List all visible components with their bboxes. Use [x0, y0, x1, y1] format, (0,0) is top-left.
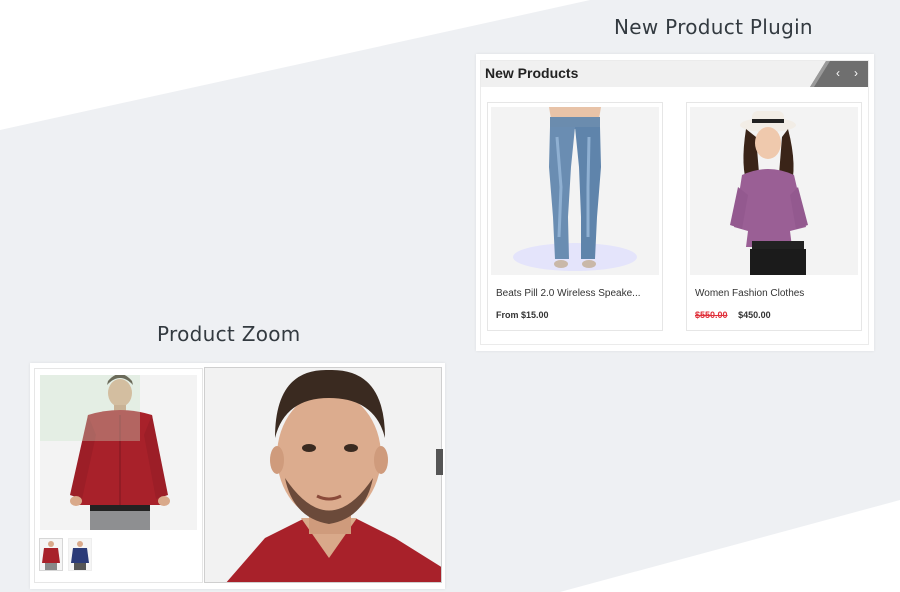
product-price-row: $550.00 $450.00 [695, 310, 771, 320]
price-prefix: From [496, 310, 519, 320]
chevron-right-icon[interactable]: › [848, 66, 864, 82]
thumbnail-red-shirt[interactable] [39, 538, 63, 571]
zoom-lens[interactable] [40, 375, 140, 441]
old-price: $550.00 [695, 310, 728, 320]
product-name[interactable]: Beats Pill 2.0 Wireless Speake... [496, 288, 641, 299]
new-products-heading: New Products [485, 65, 579, 81]
carousel-nav: ‹ › [810, 61, 868, 87]
product-zoom-title: Product Zoom [157, 322, 301, 346]
thumbnail-blue-shirt[interactable] [68, 538, 92, 571]
product-card[interactable]: Women Fashion Clothes $550.00 $450.00 [686, 102, 862, 331]
zoom-scroll-handle[interactable] [436, 449, 443, 475]
chevron-left-icon[interactable]: ‹ [830, 66, 846, 82]
new-products-panel: New Products ‹ › Beats Pill 2.0 Wireless… [480, 60, 869, 345]
women-blouse-product-image[interactable] [690, 107, 858, 275]
product-price: $450.00 [738, 310, 771, 320]
zoom-preview [204, 367, 442, 583]
new-product-plugin-title: New Product Plugin [614, 15, 813, 39]
new-products-widget: New Products ‹ › Beats Pill 2.0 Wireless… [476, 54, 874, 351]
product-gallery [34, 368, 203, 583]
main-product-photo[interactable] [40, 375, 197, 530]
product-price-row: From $15.00 [496, 310, 549, 320]
new-products-header: New Products ‹ › [481, 61, 868, 87]
jeans-product-image[interactable] [491, 107, 659, 275]
product-name[interactable]: Women Fashion Clothes [695, 288, 804, 299]
product-price: $15.00 [521, 310, 549, 320]
product-zoom-widget [30, 363, 445, 589]
product-card[interactable]: Beats Pill 2.0 Wireless Speake... From $… [487, 102, 663, 331]
